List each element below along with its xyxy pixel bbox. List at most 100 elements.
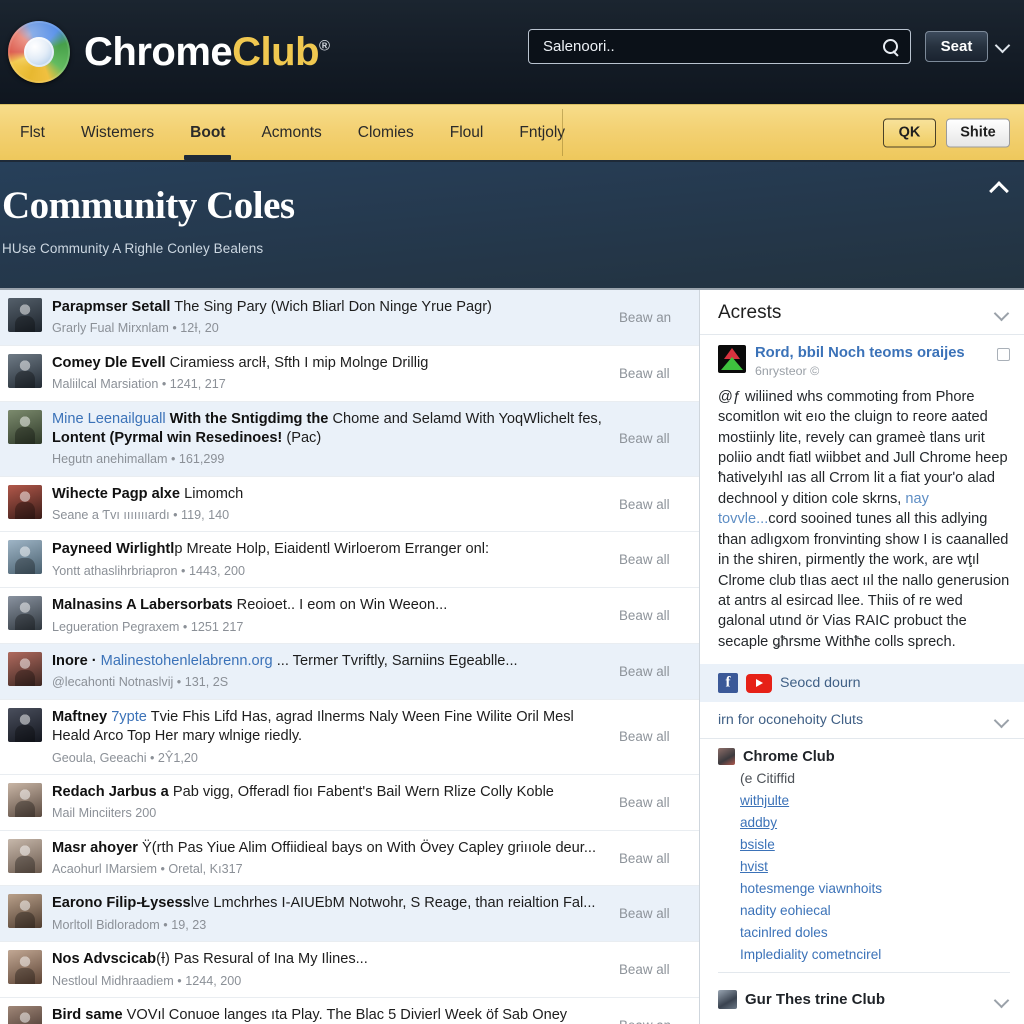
sidebar-divider (718, 972, 1010, 974)
search-input[interactable] (543, 38, 882, 55)
row-title-rest2: (Pac) (282, 429, 322, 446)
row-title-strong: Comey Dle Evell (52, 354, 166, 371)
row-action-link[interactable]: Beaw all (619, 729, 691, 744)
sidebar-header-title: Acrests (718, 302, 782, 323)
row-action-link[interactable]: Beaw all (619, 664, 691, 679)
avatar (8, 707, 42, 742)
table-row[interactable]: Wihecte Pagp alxe Limomch Seane a Ƭvı ıı… (0, 477, 699, 533)
row-meta: Grarly Fual Mirxnlam • 12Ɨ, 20 (52, 321, 219, 336)
row-title-url[interactable]: Malinestohenlelabrenn.org (101, 653, 273, 669)
page-subtitle: HUse Community A Righle Conley Bealens (2, 240, 264, 256)
row-action-link[interactable]: Beaw an (619, 310, 691, 325)
table-row[interactable]: Redach Jarbus a Pab vigg, Offeradl fioı … (0, 775, 699, 831)
row-content: Nos Advscicab(Ɨ) Pas Resural of Ina My I… (52, 950, 609, 989)
row-action-link[interactable]: Beaw all (619, 962, 691, 977)
row-title-rest: lve Lmchrhes I-AIUEbM Notwohr, S Reage, … (190, 895, 596, 912)
row-action-link[interactable]: Beaw all (619, 795, 691, 810)
sidebar-link-bsisle[interactable]: bsisle (740, 837, 1010, 852)
facebook-icon[interactable] (718, 673, 738, 694)
row-title: Mine Leenailguall With the Sntigdimg the… (52, 410, 603, 449)
table-row[interactable]: Inore · Malinestohenlelabrenn.org ... Te… (0, 644, 699, 700)
sidebar-post-heading: Rord, bbil Noch teoms oraijes 6nrysteor … (755, 345, 988, 378)
sidebar-link-addby[interactable]: addby (740, 815, 1010, 830)
sidebar-subsection-header[interactable]: irn for oconehoity Cluts (700, 702, 1024, 740)
sidebar-post-subtitle: 6nrysteor © (755, 363, 820, 378)
sidebar-link-hvist[interactable]: hvist (740, 859, 1010, 874)
table-row[interactable]: Maftney 7ypte Tvie Fhis Lifd Has, agrad … (0, 700, 699, 775)
row-meta: Nestloul Midhraadiem • 1244, 200 (52, 973, 242, 988)
row-title-rest: Ÿ(rth Pas Yiue Alim Offiidieal bays on W… (137, 839, 597, 856)
row-title-link[interactable]: Mine Leenailguall (52, 411, 170, 427)
shite-button[interactable]: Shite (946, 118, 1010, 147)
sidebar-link-withjulte[interactable]: withjulte (740, 793, 1010, 808)
row-meta: Geoula, Geeachi • 2Ŷ1,20 (52, 750, 198, 765)
table-row[interactable]: Payneed Wirlightlp Mreate Holp, Eiaident… (0, 532, 699, 589)
chevron-down-icon[interactable] (996, 38, 1012, 54)
row-action-link[interactable]: Beaw all (619, 497, 691, 512)
search-icon[interactable] (882, 38, 900, 56)
row-title-strong: Payneed Wirlightl (52, 541, 175, 558)
youtube-icon[interactable] (746, 673, 772, 693)
sidebar-link-hotesmenge[interactable]: hotesmenge viawnhoits (740, 881, 1010, 896)
table-row[interactable]: Comey Dle Evell Ciramiess arclƗ, Sfth I … (0, 346, 699, 402)
sidebar-social-label: Seocd dourn (780, 675, 861, 692)
row-action-link[interactable]: Beaw all (619, 431, 691, 446)
plant-badge-icon (718, 345, 746, 373)
chrome-circle-logo-icon (8, 21, 70, 83)
nav-item-boot[interactable]: Boot (172, 105, 243, 160)
chevron-up-icon[interactable] (988, 176, 1010, 198)
table-row[interactable]: Parapmser Setall The Sing Pary (Wich Bli… (0, 290, 699, 346)
row-action-link[interactable]: Beaw an (619, 1018, 691, 1024)
row-title-rest: The Sing Pary (Wich Bliarl Don Ninge Yru… (170, 299, 492, 315)
row-title-tag[interactable]: 7ypte (107, 709, 147, 725)
sidebar-link-implediality[interactable]: Implediality cometncirel (740, 947, 1010, 962)
row-action-link[interactable]: Beaw all (619, 906, 691, 921)
nav-item-fntjoly[interactable]: Fntjoly (501, 105, 583, 160)
table-row[interactable]: Masr ahoyer Ÿ(rth Pas Yiue Alim Offiidie… (0, 831, 699, 887)
table-row[interactable]: Earono Filip-Łysesslve Lmchrhes I-AIUEbM… (0, 886, 699, 943)
row-action-link[interactable]: Beaw all (619, 608, 691, 623)
row-title: Inore · Malinestohenlelabrenn.org ... Te… (52, 652, 603, 671)
row-title: Earono Filip-Łysesslve Lmchrhes I-AIUEbM… (52, 894, 603, 913)
brand[interactable]: ChromeClub® (8, 21, 330, 83)
row-title-strong: Bird same (52, 1007, 123, 1023)
avatar (8, 298, 42, 332)
nav-item-acmonts[interactable]: Acmonts (243, 105, 339, 160)
chevron-down-icon[interactable] (994, 305, 1010, 321)
sidebar-header[interactable]: Acrests (700, 290, 1024, 335)
row-meta: Legueration Pegraxem • 1251 217 (52, 619, 244, 634)
sidebar-link-nadity[interactable]: nadity eohiecal (740, 903, 1010, 918)
row-action-link[interactable]: Beaw all (619, 552, 691, 567)
nav-item-clomies[interactable]: Clomies (340, 105, 432, 160)
sidebar-post-title[interactable]: Rord, bbil Noch teoms oraijes (755, 345, 988, 363)
row-title-strong: Masr ahoyer (52, 839, 138, 856)
row-title-rest: Ciramiess arclƗ, Sfth I mip Molnge Drill… (165, 354, 429, 371)
chevron-down-icon[interactable] (994, 992, 1010, 1008)
nav-actions: QK Shite (883, 118, 1010, 147)
row-title-strong: Redach Jarbus a (52, 783, 169, 800)
table-row[interactable]: Bird same VOVıl Conuoe langes ıta Play. … (0, 998, 699, 1024)
sidebar-club-subtitle: (е Citiffid (740, 770, 795, 787)
select-checkbox[interactable] (997, 348, 1010, 361)
row-action-link[interactable]: Beaw all (619, 366, 691, 381)
table-row[interactable]: Malnasins A Labersorbats Reoioet.. I eom… (0, 588, 699, 644)
row-title-strong: Maftney (52, 708, 108, 725)
table-row[interactable]: Nos Advscicab(Ɨ) Pas Resural of Ina My I… (0, 942, 699, 998)
search-box[interactable] (528, 29, 911, 64)
sidebar-link-tacinlred[interactable]: tacinlred doles (740, 925, 1010, 940)
nav-item-wistemers[interactable]: Wistemers (63, 105, 172, 160)
row-action-link[interactable]: Beaw all (619, 851, 691, 866)
seat-button[interactable]: Seat (925, 31, 988, 62)
brand-name-part2: Club (232, 30, 320, 74)
nav-item-flst[interactable]: Flst (2, 105, 63, 160)
sidebar-social-bar[interactable]: Seocd dourn (700, 664, 1024, 703)
sidebar-footer-club-name: Gur Thes trine Club (745, 991, 886, 1009)
chevron-down-icon[interactable] (994, 712, 1010, 728)
row-title: Comey Dle Evell Ciramiess arclƗ, Sfth I … (52, 354, 603, 373)
row-title-rest: Tvie Fhis Lifd Has, agrad Ilnerms Naly W… (146, 708, 574, 725)
table-row[interactable]: Mine Leenailguall With the Sntigdimg the… (0, 401, 699, 477)
qk-button[interactable]: QK (883, 118, 936, 147)
sidebar-footer-club[interactable]: Gur Thes trine Club (700, 979, 1024, 1020)
nav-item-floul[interactable]: Floul (432, 105, 502, 160)
row-title-rest: Limomch (180, 485, 244, 502)
